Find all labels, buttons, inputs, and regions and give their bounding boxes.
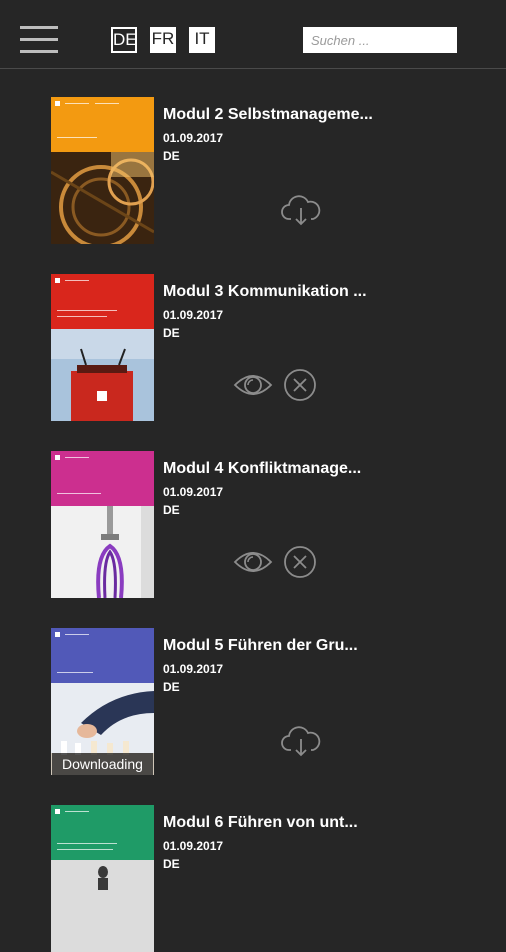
list-item[interactable]: Modul 2 Selbstmanageme... 01.09.2017 DE [0,69,506,244]
item-title[interactable]: Modul 6 Führen von unt... [163,814,358,832]
item-language: DE [163,326,180,340]
language-it-button[interactable]: IT [189,27,215,53]
item-date: 01.09.2017 [163,662,224,676]
view-eye-icon[interactable] [233,370,273,405]
item-date: 01.09.2017 [163,308,224,322]
delete-x-icon[interactable] [283,368,317,407]
item-language: DE [163,857,180,871]
cover-image [51,805,154,952]
cloud-download-icon[interactable] [281,726,321,763]
cover-image [51,97,154,244]
downloading-status: Downloading [52,753,153,775]
language-de-button[interactable]: DE [111,27,137,53]
cover-image [51,274,154,421]
item-title[interactable]: Modul 5 Führen der Gru... [163,637,358,655]
item-language: DE [163,503,180,517]
hamburger-menu-icon[interactable] [20,26,58,54]
item-language: DE [163,680,180,694]
view-eye-icon[interactable] [233,547,273,582]
item-title[interactable]: Modul 3 Kommunikation ... [163,283,367,301]
item-language: DE [163,149,180,163]
item-date: 01.09.2017 [163,131,224,145]
list-item[interactable]: Downloading Modul 5 Führen der Gru... 01… [0,600,506,775]
search-input[interactable] [303,27,457,53]
item-date: 01.09.2017 [163,839,224,853]
item-title[interactable]: Modul 4 Konfliktmanage... [163,460,361,478]
list-item[interactable]: Modul 3 Kommunikation ... 01.09.2017 DE [0,246,506,421]
cover-image [51,451,154,598]
delete-x-icon[interactable] [283,545,317,584]
top-bar: DE FR IT [0,0,506,69]
cover-image: Downloading [51,628,154,775]
item-date: 01.09.2017 [163,485,224,499]
item-title[interactable]: Modul 2 Selbstmanageme... [163,106,373,124]
language-fr-button[interactable]: FR [150,27,176,53]
list-item[interactable]: Modul 4 Konfliktmanage... 01.09.2017 DE [0,423,506,598]
cloud-download-icon[interactable] [281,195,321,232]
list-item[interactable]: Modul 6 Führen von unt... 01.09.2017 DE [0,777,506,952]
